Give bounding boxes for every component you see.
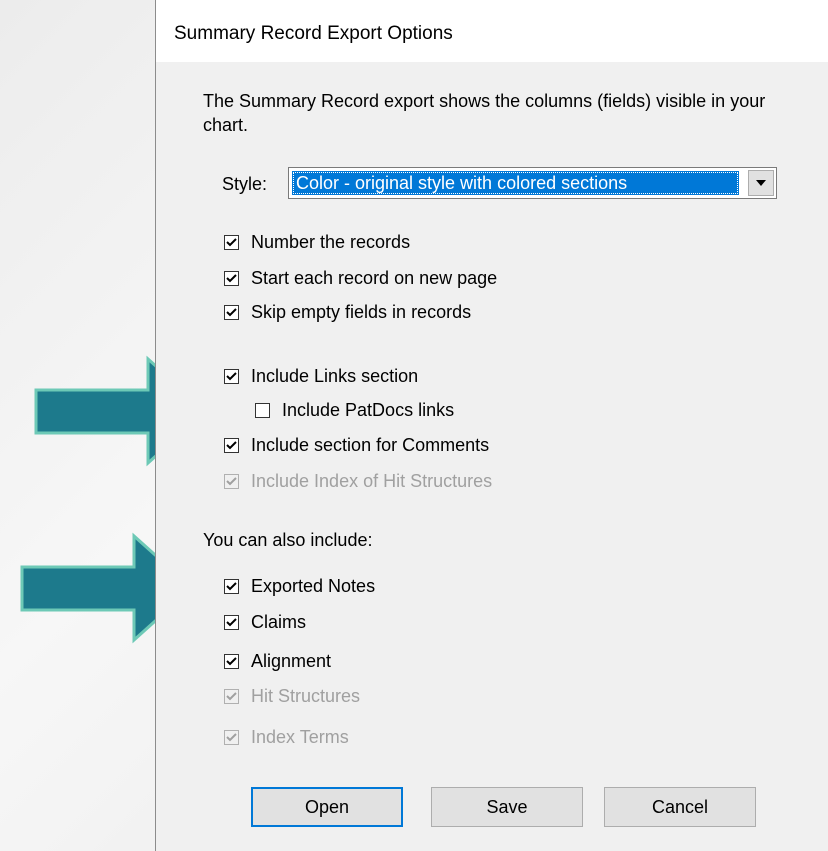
checkbox-box[interactable] [224, 438, 239, 453]
checkbox-box [224, 730, 239, 745]
checkmark-icon [226, 657, 237, 666]
dialog-title: Summary Record Export Options [174, 23, 453, 44]
checkbox-label: Hit Structures [251, 686, 361, 706]
checkbox-number-records[interactable]: Number the records [224, 232, 410, 253]
save-button[interactable]: Save [431, 787, 583, 827]
export-options-dialog: Summary Record Export Options The Summar… [155, 0, 828, 851]
checkbox-comments-section[interactable]: Include section for Comments [224, 435, 489, 456]
checkbox-include-links[interactable]: Include Links section [224, 366, 418, 387]
chevron-down-icon [756, 180, 766, 186]
checkbox-label: Include Index of Hit Structures [251, 471, 493, 491]
checkbox-label: Claims [251, 612, 307, 632]
checkbox-claims[interactable]: Claims [224, 612, 306, 633]
checkmark-icon [226, 477, 237, 486]
dialog-description: The Summary Record export shows the colu… [203, 91, 766, 135]
save-button-label: Save [486, 796, 528, 817]
checkmark-icon [226, 692, 237, 701]
checkbox-label: Include section for Comments [251, 435, 490, 455]
checkbox-box[interactable] [255, 403, 270, 418]
checkbox-box[interactable] [224, 305, 239, 320]
checkbox-label: Include PatDocs links [282, 400, 455, 420]
checkmark-icon [226, 441, 237, 450]
checkbox-alignment[interactable]: Alignment [224, 651, 331, 672]
checkbox-box[interactable] [224, 235, 239, 250]
checkbox-label: Number the records [251, 232, 411, 252]
also-include-label: You can also include: [203, 530, 373, 550]
checkbox-patdocs-links[interactable]: Include PatDocs links [255, 400, 454, 421]
checkmark-icon [226, 582, 237, 591]
checkbox-new-page[interactable]: Start each record on new page [224, 268, 497, 289]
style-label: Style: [222, 174, 268, 194]
checkbox-box[interactable] [224, 615, 239, 630]
checkmark-icon [226, 274, 237, 283]
checkbox-box[interactable] [224, 654, 239, 669]
checkbox-label: Alignment [251, 651, 332, 671]
checkbox-box [224, 689, 239, 704]
checkmark-icon [226, 733, 237, 742]
checkbox-index-terms: Index Terms [224, 727, 349, 748]
checkmark-icon [226, 238, 237, 247]
dropdown-button[interactable] [748, 170, 774, 196]
style-select[interactable]: Color - original style with colored sect… [288, 167, 777, 199]
checkbox-skip-empty[interactable]: Skip empty fields in records [224, 302, 471, 323]
checkbox-box[interactable] [224, 579, 239, 594]
open-button-label: Open [304, 796, 350, 817]
checkbox-box[interactable] [224, 369, 239, 384]
open-button[interactable]: Open [251, 787, 403, 827]
style-select-value: Color - original style with colored sect… [292, 171, 739, 195]
cancel-button[interactable]: Cancel [604, 787, 756, 827]
checkbox-label: Exported Notes [251, 576, 376, 596]
checkbox-exported-notes[interactable]: Exported Notes [224, 576, 375, 597]
checkbox-box [224, 474, 239, 489]
checkmark-icon [226, 372, 237, 381]
checkbox-label: Include Links section [251, 366, 419, 386]
checkmark-icon [226, 308, 237, 317]
checkbox-label: Skip empty fields in records [251, 302, 472, 322]
cancel-button-label: Cancel [651, 796, 709, 817]
checkmark-icon [226, 618, 237, 627]
checkbox-hit-structures-index: Include Index of Hit Structures [224, 471, 492, 492]
checkbox-box[interactable] [224, 271, 239, 286]
checkbox-hit-structures: Hit Structures [224, 686, 360, 707]
checkbox-label: Start each record on new page [251, 268, 498, 288]
checkbox-label: Index Terms [251, 727, 349, 747]
